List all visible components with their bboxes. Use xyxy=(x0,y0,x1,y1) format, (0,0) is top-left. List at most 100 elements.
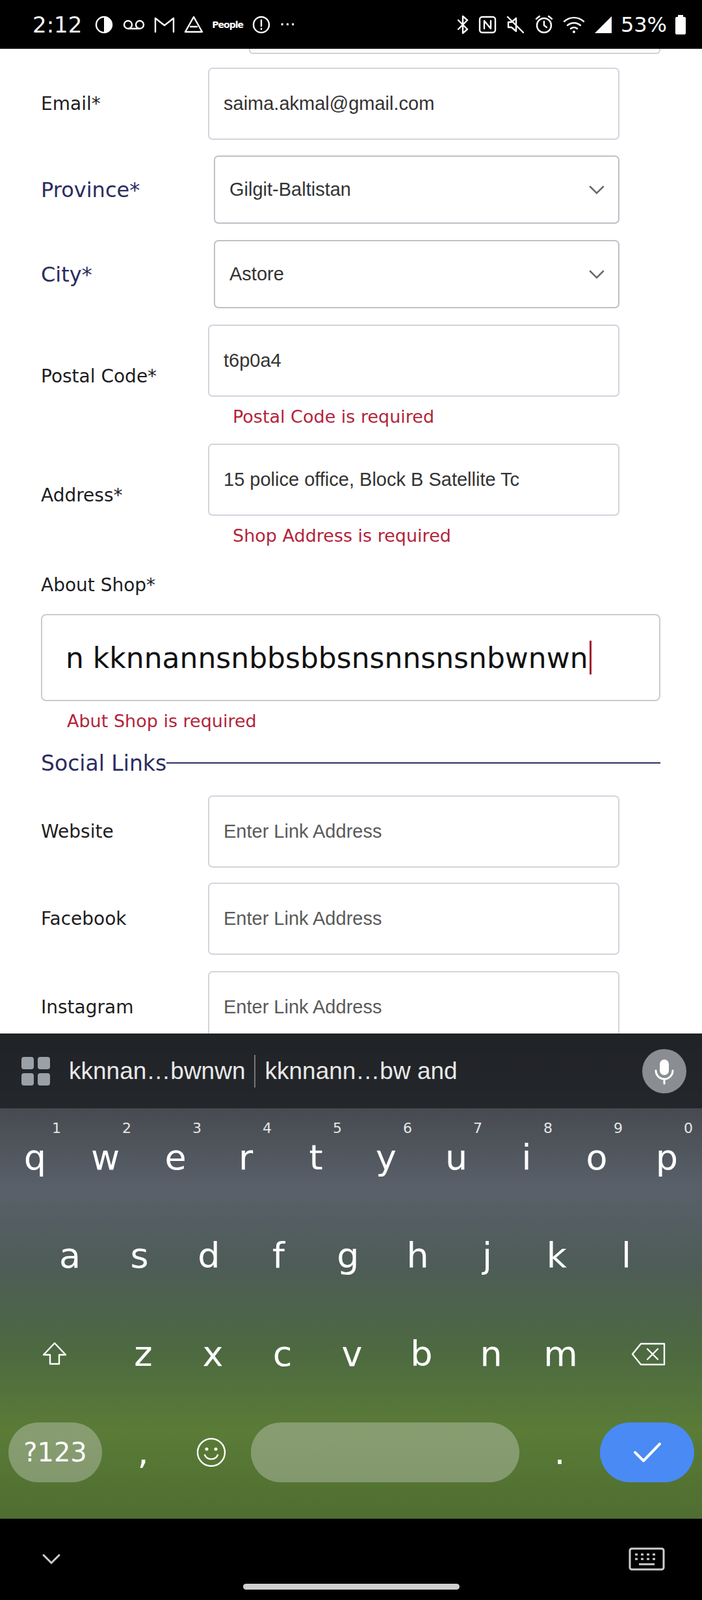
mute-icon xyxy=(505,14,526,36)
battery-icon xyxy=(674,14,687,36)
form-row: Email*saima.akmal@gmail.com xyxy=(0,67,702,140)
key[interactable]: c xyxy=(247,1303,318,1403)
key-row: zxcv bnm xyxy=(0,1303,702,1403)
signal-icon xyxy=(593,14,613,35)
key[interactable]: e3 xyxy=(140,1107,211,1206)
suggestion-strip: kknnan…bwnwnkknnann…bw and xyxy=(0,1032,702,1108)
form-row: Province*Gilgit-Baltistan xyxy=(0,155,702,224)
text-field[interactable]: t6p0a4 xyxy=(208,324,620,397)
key[interactable]: s xyxy=(104,1205,175,1304)
apps-grid-icon[interactable] xyxy=(19,1054,52,1087)
field-label: City* xyxy=(0,261,208,287)
divider xyxy=(166,761,661,764)
wifi-icon xyxy=(562,14,586,35)
link-field[interactable]: Enter Link Address xyxy=(208,970,620,1033)
shift-icon[interactable] xyxy=(0,1303,109,1403)
key[interactable]: r4 xyxy=(210,1107,281,1206)
key-hint: 5 xyxy=(332,1119,342,1136)
suggestion[interactable]: kknnann…bw and xyxy=(255,1056,467,1085)
key[interactable]: k xyxy=(521,1205,592,1304)
field-label: Instagram xyxy=(0,995,208,1018)
key[interactable]: j xyxy=(452,1205,522,1304)
voicemail-icon xyxy=(122,14,146,36)
microphone-icon[interactable] xyxy=(642,1048,687,1093)
key[interactable]: h xyxy=(382,1205,453,1304)
key[interactable]: a xyxy=(35,1205,105,1304)
backspace-icon[interactable] xyxy=(595,1303,702,1403)
key-label: d xyxy=(197,1234,220,1276)
symbols-key[interactable]: ?123 xyxy=(8,1421,103,1482)
key[interactable]: t5 xyxy=(280,1107,351,1206)
key[interactable]: u7 xyxy=(421,1107,492,1206)
status-right: 53% xyxy=(455,12,687,38)
battery-level: 53% xyxy=(620,12,667,38)
keyboard-switch-icon[interactable] xyxy=(627,1545,666,1571)
navigation-bar xyxy=(0,1517,702,1599)
key-label: p xyxy=(655,1136,678,1178)
key-label: s xyxy=(130,1234,149,1276)
text-field[interactable]: 15 police office, Block B Satellite Tc xyxy=(208,443,620,516)
form-row: City*Astore xyxy=(0,239,702,309)
key-label: i xyxy=(521,1136,532,1178)
key[interactable]: x xyxy=(178,1303,248,1403)
link-field[interactable]: Enter Link Address xyxy=(208,794,620,868)
key-label: . xyxy=(553,1430,565,1472)
key-label: f xyxy=(272,1234,285,1276)
field-column: Gilgit-Baltistan xyxy=(213,155,620,224)
field-column: t6p0a4Postal Code is required xyxy=(208,324,620,428)
key[interactable]: z xyxy=(108,1303,179,1403)
emoji-icon[interactable] xyxy=(183,1402,239,1501)
space-key[interactable] xyxy=(250,1421,520,1482)
field-column: Astore xyxy=(213,239,620,309)
key[interactable]: d xyxy=(174,1205,244,1304)
key[interactable]: g xyxy=(313,1205,383,1304)
form-row: FacebookEnter Link Address xyxy=(0,882,702,955)
key-row: as d f ghjkl xyxy=(0,1205,702,1304)
check-icon[interactable] xyxy=(631,1438,664,1465)
key[interactable]: f xyxy=(243,1205,314,1304)
field-column: Enter Link Address xyxy=(208,882,620,955)
home-handle[interactable] xyxy=(243,1582,460,1589)
key[interactable]: p0 xyxy=(631,1107,702,1206)
text-field[interactable]: saima.akmal@gmail.com xyxy=(208,67,620,140)
field-column: Enter Link Address xyxy=(208,970,620,1033)
key-label: z xyxy=(133,1332,153,1374)
key[interactable]: n xyxy=(456,1303,526,1403)
field-label: Facebook xyxy=(0,907,208,929)
key-label: r xyxy=(238,1136,253,1178)
field-column: Enter Link Address xyxy=(208,794,620,868)
key[interactable]: l xyxy=(591,1205,662,1304)
about-shop-field[interactable]: n kknnannsnbbsbbsnsnnsnsnbwnwn xyxy=(40,613,661,701)
field-value: Gilgit-Baltistan xyxy=(229,178,351,201)
key-label: o xyxy=(585,1136,608,1178)
key-row: ?123,. xyxy=(0,1402,702,1501)
dropdown[interactable]: Astore xyxy=(213,239,620,309)
enter-key[interactable] xyxy=(599,1421,695,1482)
period-key[interactable]: . xyxy=(519,1402,600,1501)
dropdown[interactable]: Gilgit-Baltistan xyxy=(213,155,620,224)
key[interactable]: y6 xyxy=(351,1107,422,1206)
key-label: g xyxy=(336,1234,359,1276)
suggestion[interactable]: kknnan…bwnwn xyxy=(59,1056,255,1085)
key-label: v xyxy=(341,1332,363,1374)
key[interactable]: q1 xyxy=(0,1107,71,1206)
alert-icon xyxy=(250,14,272,36)
alarm-icon xyxy=(533,14,555,36)
key-hint: 8 xyxy=(543,1119,553,1136)
key-label: l xyxy=(621,1234,632,1276)
key[interactable]: w2 xyxy=(70,1107,141,1206)
chevron-down-icon[interactable] xyxy=(586,267,607,281)
clock: 2:12 xyxy=(32,11,82,38)
key-label: b xyxy=(410,1332,433,1374)
key[interactable]: o9 xyxy=(561,1107,632,1206)
chevron-down-icon[interactable] xyxy=(586,183,607,197)
key-hint: 2 xyxy=(122,1119,132,1136)
key[interactable]: i8 xyxy=(491,1107,562,1206)
key[interactable]: m xyxy=(525,1303,596,1403)
sync-icon xyxy=(93,14,115,36)
key[interactable]: v xyxy=(317,1303,387,1403)
key[interactable]: b xyxy=(386,1303,457,1403)
hide-keyboard-icon[interactable] xyxy=(40,1550,63,1566)
link-field[interactable]: Enter Link Address xyxy=(208,882,620,955)
comma-key[interactable]: , xyxy=(102,1402,184,1501)
